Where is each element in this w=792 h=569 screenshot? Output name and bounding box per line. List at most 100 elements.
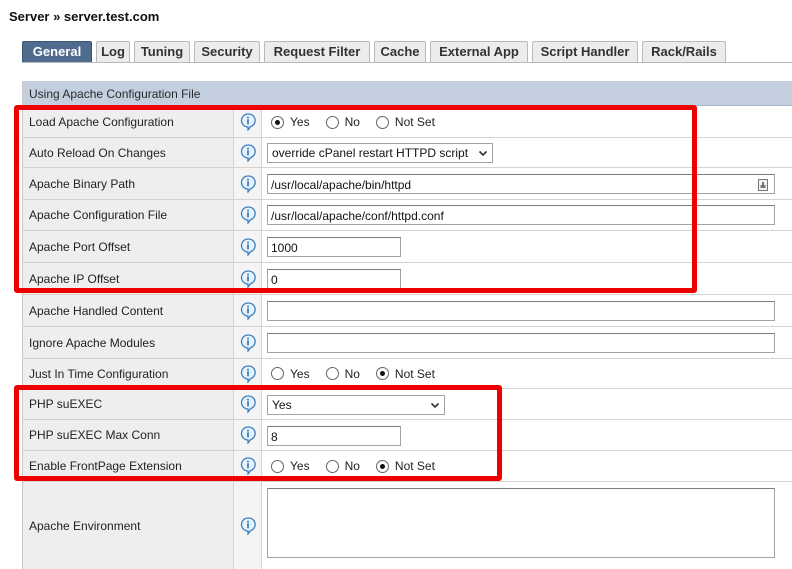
radio-group: Yes No Not Set: [271, 459, 451, 473]
help-button[interactable]: [234, 138, 262, 167]
field-label: Apache Environment: [23, 482, 234, 569]
field-value: override cPanel restart HTTPD script: [263, 138, 792, 167]
field-label: PHP suEXEC Max Conn: [23, 420, 234, 450]
field-label: PHP suEXEC: [23, 389, 234, 419]
info-icon: [240, 237, 256, 256]
radio-option-not-set[interactable]: Not Set: [375, 367, 435, 381]
tab-script-handler[interactable]: Script Handler: [532, 41, 638, 62]
auto-reload-select[interactable]: override cPanel restart HTTPD script: [267, 143, 493, 163]
help-button[interactable]: [234, 482, 262, 569]
tab-cache[interactable]: Cache: [374, 41, 426, 62]
row-ignore-apache-modules: Ignore Apache Modules: [23, 327, 792, 359]
radio-option-no[interactable]: No: [325, 115, 360, 129]
radio-option-yes[interactable]: Yes: [271, 115, 310, 129]
radio-button[interactable]: [271, 459, 284, 473]
help-button[interactable]: [234, 107, 262, 137]
radio-button-checked[interactable]: [375, 459, 389, 473]
section-title: Using Apache Configuration File: [23, 81, 792, 106]
tab-rack-rails[interactable]: Rack/Rails: [642, 41, 726, 62]
radio-button-checked[interactable]: [375, 367, 389, 380]
radio-option-yes[interactable]: Yes: [271, 367, 310, 381]
tab-external-app[interactable]: External App: [430, 41, 528, 62]
field-value: [263, 482, 792, 569]
php-suexec-max-conn-input[interactable]: 8: [267, 426, 401, 446]
help-button[interactable]: [234, 327, 262, 358]
field-value: 0: [263, 263, 792, 294]
apache-ip-offset-input[interactable]: 0: [267, 269, 401, 289]
help-button[interactable]: [234, 231, 262, 262]
config-panel: Using Apache Configuration File Load Apa…: [22, 81, 792, 569]
help-button[interactable]: [234, 389, 262, 419]
info-icon: [240, 269, 256, 288]
info-icon: [240, 516, 256, 535]
radio-button[interactable]: [271, 367, 284, 380]
apache-port-offset-input[interactable]: 1000: [267, 237, 401, 257]
tab-log[interactable]: Log: [96, 41, 130, 62]
radio-button[interactable]: [375, 115, 389, 129]
tab-request-filter[interactable]: Request Filter: [264, 41, 370, 62]
row-apache-binary-path: Apache Binary Path /usr/local/apache/bin…: [23, 168, 792, 200]
tab-general[interactable]: General: [22, 41, 92, 62]
radio-option-no[interactable]: No: [325, 367, 360, 381]
tab-security[interactable]: Security: [194, 41, 260, 62]
radio-option-no[interactable]: No: [325, 459, 360, 473]
info-icon: [240, 364, 256, 383]
field-value: Yes No Not Set: [263, 107, 792, 137]
info-icon: [240, 426, 256, 444]
tab-tuning[interactable]: Tuning: [134, 41, 190, 62]
info-icon: [240, 395, 256, 413]
field-value: /usr/local/apache/conf/httpd.conf: [263, 200, 792, 230]
info-icon: [240, 174, 256, 193]
apache-config-file-input[interactable]: /usr/local/apache/conf/httpd.conf: [267, 205, 775, 225]
help-button[interactable]: [234, 451, 262, 481]
info-icon: [240, 206, 256, 224]
tabs-divider: [22, 62, 792, 63]
help-button[interactable]: [234, 168, 262, 199]
radio-button[interactable]: [325, 459, 339, 473]
apache-binary-path-input[interactable]: /usr/local/apache/bin/httpd: [267, 174, 775, 194]
radio-option-not-set[interactable]: Not Set: [375, 459, 435, 473]
ignore-apache-modules-input[interactable]: [267, 333, 775, 353]
field-label: Just In Time Configuration: [23, 359, 234, 388]
field-value: Yes: [263, 389, 792, 419]
radio-button[interactable]: [325, 115, 339, 129]
radio-button[interactable]: [325, 367, 339, 380]
file-browse-icon: [758, 179, 768, 191]
field-value: [263, 295, 792, 326]
info-icon: [240, 457, 256, 475]
field-value: 8: [263, 420, 792, 450]
field-label: Load Apache Configuration: [23, 107, 234, 137]
field-label: Apache Binary Path: [23, 168, 234, 199]
field-label: Apache Handled Content: [23, 295, 234, 326]
row-just-in-time-configuration: Just In Time Configuration Yes No Not Se…: [23, 359, 792, 389]
radio-option-not-set[interactable]: Not Set: [375, 115, 435, 129]
row-php-suexec-max-conn: PHP suEXEC Max Conn 8: [23, 420, 792, 451]
apache-handled-content-input[interactable]: [267, 301, 775, 321]
field-value: Yes No Not Set: [263, 359, 792, 388]
help-button[interactable]: [234, 295, 262, 326]
row-apache-handled-content: Apache Handled Content: [23, 295, 792, 327]
chevron-down-icon: [430, 402, 440, 409]
help-button[interactable]: [234, 359, 262, 388]
field-value: [263, 327, 792, 358]
radio-group: Yes No Not Set: [271, 367, 451, 381]
radio-button-checked[interactable]: [271, 115, 284, 129]
row-apache-port-offset: Apache Port Offset 1000: [23, 231, 792, 263]
help-button[interactable]: [234, 263, 262, 294]
field-value: Yes No Not Set: [263, 451, 792, 481]
help-button[interactable]: [234, 420, 262, 450]
row-php-suexec: PHP suEXEC Yes: [23, 389, 792, 420]
apache-environment-textarea[interactable]: [267, 488, 775, 558]
info-icon: [240, 301, 256, 320]
field-label: Auto Reload On Changes: [23, 138, 234, 167]
help-button[interactable]: [234, 200, 262, 230]
field-label: Enable FrontPage Extension: [23, 451, 234, 481]
field-label: Ignore Apache Modules: [23, 327, 234, 358]
radio-option-yes[interactable]: Yes: [271, 459, 310, 473]
row-enable-frontpage-extension: Enable FrontPage Extension Yes No Not Se…: [23, 451, 792, 482]
field-value: 1000: [263, 231, 792, 262]
radio-group: Yes No Not Set: [271, 115, 451, 129]
field-label: Apache Configuration File: [23, 200, 234, 230]
breadcrumb: Server » server.test.com: [9, 9, 160, 24]
php-suexec-select[interactable]: Yes: [267, 395, 445, 415]
